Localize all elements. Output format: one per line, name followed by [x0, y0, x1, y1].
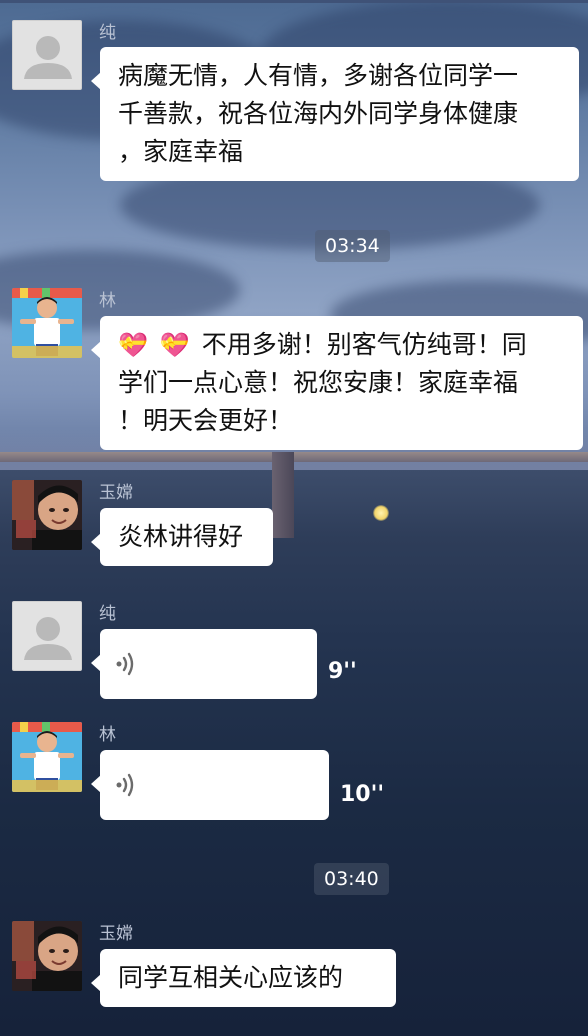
status-bar [0, 0, 588, 3]
bridge-silhouette [0, 452, 588, 462]
boy-photo-avatar[interactable] [12, 921, 82, 991]
message-line: 学们一点心意！祝您安康！家庭幸福 [118, 368, 519, 397]
child-photo-avatar[interactable] [12, 288, 82, 358]
message-bubble[interactable]: 💝 💝 不用多谢！别客气仿纯哥！同 学们一点心意！祝您安康！家庭幸福 ！明天会更… [91, 316, 583, 450]
message-bubble[interactable]: 病魔无情，人有情，多谢各位同学一 千善款，祝各位海内外同学身体健康 ，家庭幸福 [91, 47, 579, 181]
default-avatar-icon[interactable] [12, 20, 82, 90]
message-bubble[interactable]: 炎林讲得好 [91, 508, 273, 566]
default-avatar-icon[interactable] [12, 601, 82, 671]
message-line: 病魔无情，人有情，多谢各位同学一 [118, 61, 519, 90]
sender-name: 玉嫦 [99, 924, 133, 944]
sender-name: 林 [99, 725, 116, 745]
voice-message-bubble[interactable] [91, 629, 317, 699]
moon [373, 505, 389, 521]
voice-wave-icon [114, 770, 138, 811]
message-line: 炎林讲得好 [118, 522, 244, 551]
timestamp-label: 03:40 [314, 863, 389, 895]
boy-photo-avatar[interactable] [12, 480, 82, 550]
sender-name: 纯 [99, 23, 116, 43]
message-bubble[interactable]: 同学互相关心应该的 [91, 949, 396, 1007]
message-line: ！明天会更好！ [118, 406, 294, 435]
sender-name: 玉嫦 [99, 483, 133, 503]
voice-wave-icon [114, 649, 138, 690]
bridge-tower [272, 452, 294, 538]
sender-name: 纯 [99, 604, 116, 624]
message-line: 千善款，祝各位海内外同学身体健康 [118, 99, 519, 128]
gift-heart-emoji-icon: 💝 [159, 331, 190, 359]
child-photo-avatar[interactable] [12, 722, 82, 792]
message-line: 同学互相关心应该的 [118, 963, 344, 992]
voice-message-bubble[interactable] [91, 750, 329, 820]
voice-duration: 10'' [340, 782, 385, 807]
voice-duration: 9'' [328, 659, 357, 684]
timestamp-label: 03:34 [315, 230, 390, 262]
message-line: ，家庭幸福 [118, 137, 244, 166]
sender-name: 林 [99, 291, 116, 311]
gift-heart-emoji-icon: 💝 [118, 331, 148, 359]
message-line: 不用多谢！别客气仿纯哥！同 [201, 330, 527, 359]
